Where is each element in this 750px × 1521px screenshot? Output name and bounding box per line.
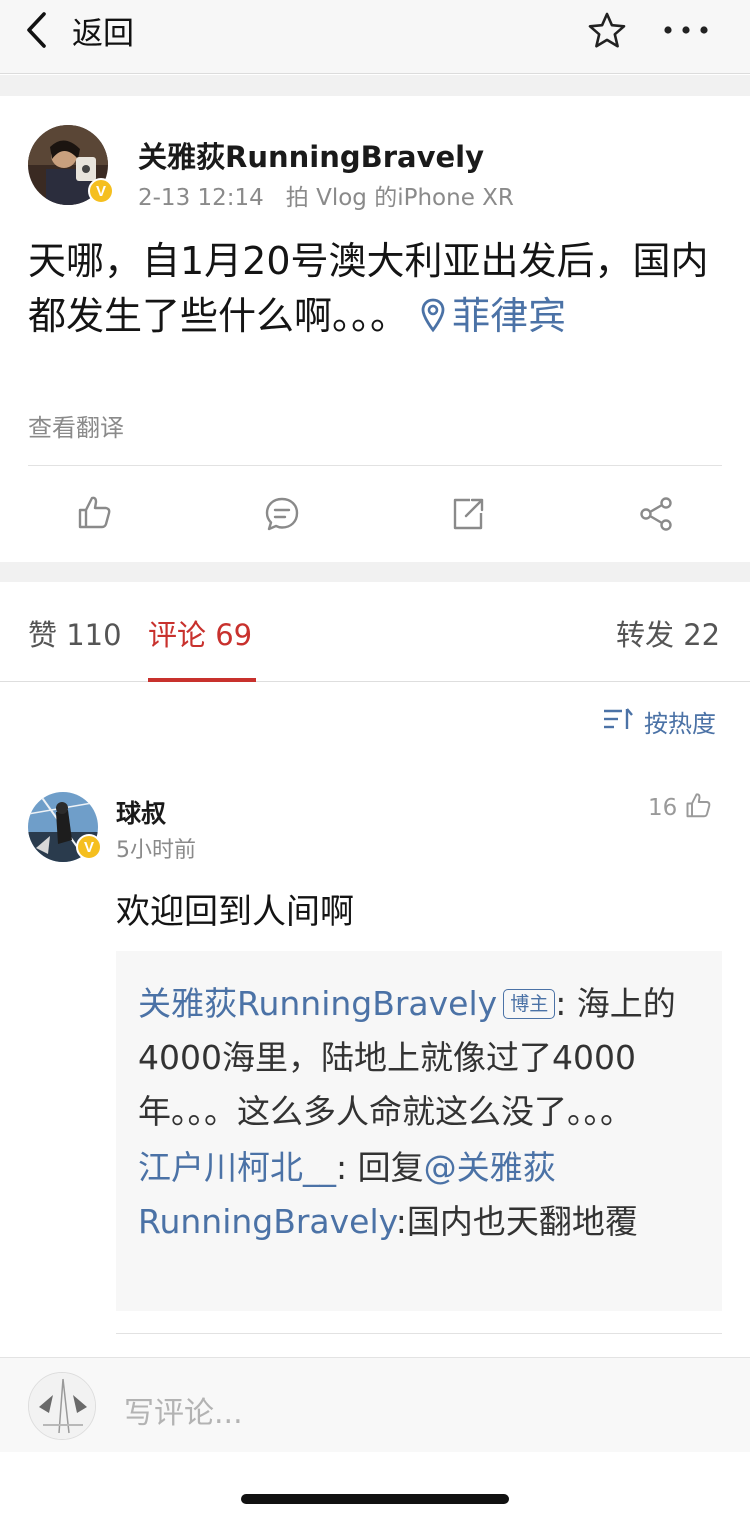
home-indicator <box>241 1494 509 1504</box>
comment-text: 欢迎回到人间啊 <box>116 892 354 932</box>
sort-icon <box>602 705 644 739</box>
section-gap <box>0 75 750 96</box>
comment-like-count: 16 <box>648 795 678 821</box>
sort-button[interactable]: 按热度 <box>602 704 716 739</box>
comment-input[interactable]: 写评论... <box>124 1388 243 1432</box>
reply-author-link[interactable]: 关雅荻RunningBravely <box>138 984 497 1023</box>
tab-comments[interactable]: 评论 69 <box>148 612 252 654</box>
reply-box[interactable]: 关雅荻RunningBravely 博主: 海上的4000海里，陆地上就像过了40… <box>116 951 722 1311</box>
reply-item: 关雅荻RunningBravely 博主: 海上的4000海里，陆地上就像过了40… <box>138 977 700 1139</box>
location-name: 菲律宾 <box>452 294 567 338</box>
section-gap <box>0 562 750 582</box>
thumb-up-icon[interactable] <box>74 492 114 532</box>
tab-bar: 赞 110 评论 69 转发 22 <box>0 582 750 682</box>
commenter-name[interactable]: 球叔 <box>116 794 166 830</box>
comment-icon[interactable] <box>262 494 302 534</box>
reply-author-link[interactable]: 江户川柯北__ <box>138 1148 336 1187</box>
back-button[interactable]: 返回 <box>24 8 134 52</box>
sort-label: 按热度 <box>644 710 716 738</box>
share-icon[interactable] <box>636 494 676 534</box>
location-pin-icon <box>420 294 452 338</box>
my-avatar[interactable] <box>28 1372 96 1440</box>
chevron-left-icon <box>24 10 52 50</box>
translate-link[interactable]: 查看翻译 <box>28 408 124 443</box>
reply-text: :国内也天翻地覆 <box>395 1202 638 1241</box>
reply-mid-text: : 回复 <box>336 1148 424 1187</box>
comment-time: 5小时前 <box>116 838 196 863</box>
post-source: 拍 Vlog 的iPhone XR <box>285 185 514 211</box>
post-card: V 关雅荻RunningBravely 2-13 12:14 拍 Vlog 的iP… <box>0 96 750 562</box>
location-link[interactable]: 菲律宾 <box>420 294 566 338</box>
reply-item: 江户川柯北__: 回复@关雅荻RunningBravely:国内也天翻地覆 <box>138 1141 700 1249</box>
comment-divider <box>116 1333 722 1334</box>
nav-bar: 返回 <box>0 0 750 74</box>
repost-icon[interactable] <box>448 494 488 534</box>
verified-badge: V <box>88 178 114 204</box>
post-date: 2-13 12:14 <box>138 185 264 211</box>
more-icon[interactable] <box>660 14 712 46</box>
author-badge: 博主 <box>503 989 556 1019</box>
commenter-verified-badge: V <box>76 834 102 860</box>
back-label: 返回 <box>72 15 134 52</box>
post-meta: 2-13 12:14 拍 Vlog 的iPhone XR <box>138 178 514 212</box>
star-icon[interactable] <box>586 10 628 52</box>
post-text: 天哪，自1月20号澳大利亚出发后，国内都发生了些什么啊。。。 <box>28 239 709 338</box>
active-tab-indicator <box>148 678 256 682</box>
tab-reposts[interactable]: 转发 22 <box>616 612 720 654</box>
comment-like-button[interactable]: 16 <box>648 790 713 826</box>
post-divider <box>28 465 722 466</box>
thumb-up-icon <box>677 790 713 826</box>
comment-input-bar: 写评论... <box>0 1357 750 1452</box>
author-name[interactable]: 关雅荻RunningBravely <box>138 134 484 176</box>
tab-likes[interactable]: 赞 110 <box>28 612 122 654</box>
post-content: 天哪，自1月20号澳大利亚出发后，国内都发生了些什么啊。。。 菲律宾 <box>28 234 728 344</box>
